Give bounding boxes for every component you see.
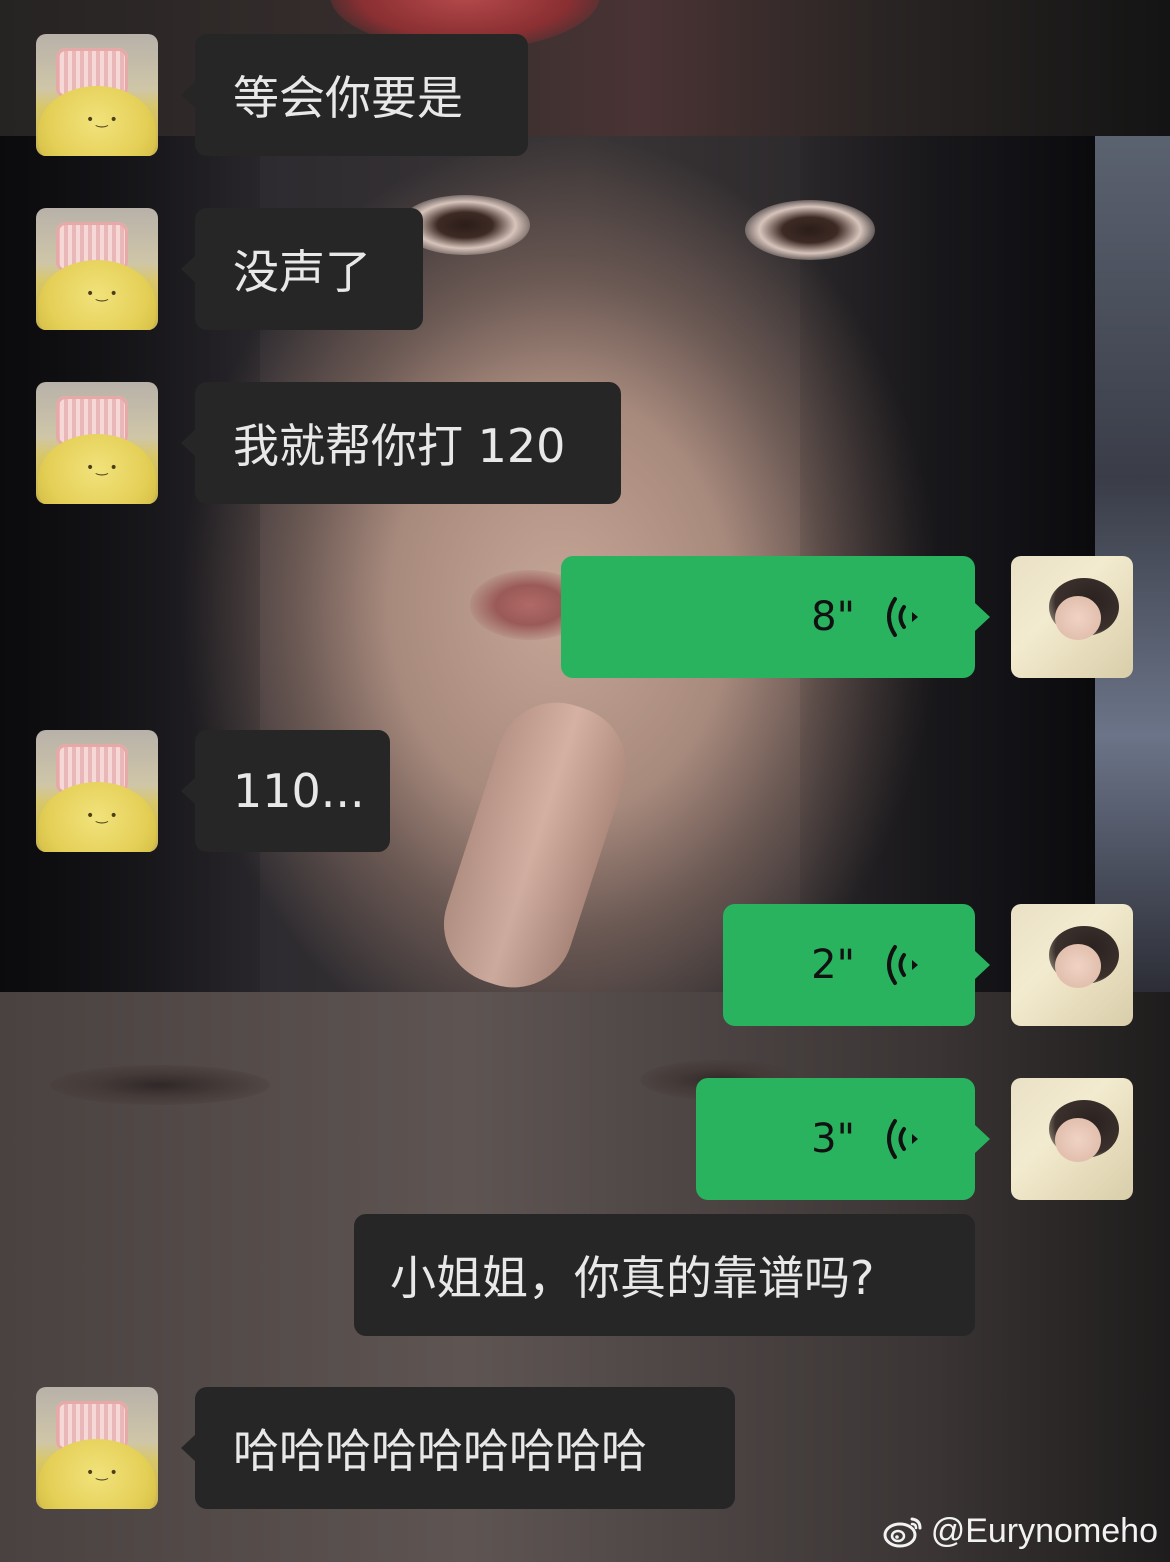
message-bubble-incoming[interactable]: 我就帮你打 120 [181, 382, 621, 504]
voice-wave-icon [887, 945, 918, 985]
my-avatar[interactable] [1011, 1078, 1133, 1200]
message-bubble-incoming[interactable]: 哈哈哈哈哈哈哈哈哈 [181, 1387, 735, 1509]
voice-message-bubble[interactable]: 8" [561, 556, 990, 678]
watermark-text: @Eurynomeho [930, 1511, 1158, 1550]
message-bubble-incoming[interactable]: 没声了 [181, 208, 423, 330]
message-text: 没声了 [233, 245, 371, 299]
message-bubble-caption[interactable]: 小姐姐，你真的靠谱吗? [354, 1214, 975, 1336]
avatar-face [1055, 944, 1101, 988]
watermark: @Eurynomeho [883, 1508, 1158, 1554]
voice-wave-icon [887, 597, 918, 637]
avatar-face: •‿• [86, 460, 120, 476]
message-bubble-incoming[interactable]: 110... [181, 730, 390, 852]
message-bubble-incoming[interactable]: 等会你要是 [181, 34, 528, 156]
avatar-face: •‿• [86, 112, 120, 128]
message-text: 我就帮你打 120 [233, 419, 566, 473]
contact-avatar[interactable]: •‿• [36, 208, 158, 330]
message-text: 等会你要是 [233, 71, 463, 125]
contact-avatar[interactable]: •‿• [36, 730, 158, 852]
weibo-icon [883, 1517, 922, 1548]
avatar-face: •‿• [86, 286, 120, 302]
message-text: 哈哈哈哈哈哈哈哈哈 [233, 1424, 647, 1478]
voice-duration: 3" [811, 1116, 855, 1162]
voice-wave-icon [887, 1119, 918, 1159]
background-photo-top [0, 0, 1170, 136]
avatar-face: •‿• [86, 808, 120, 824]
avatar-face: •‿• [86, 1465, 120, 1481]
voice-message-bubble[interactable]: 3" [696, 1078, 990, 1200]
message-text: 小姐姐，你真的靠谱吗? [390, 1251, 875, 1305]
voice-message-bubble[interactable]: 2" [723, 904, 990, 1026]
my-avatar[interactable] [1011, 556, 1133, 678]
background-eye-closed [50, 1065, 270, 1105]
background-eye-right [745, 200, 875, 260]
my-avatar[interactable] [1011, 904, 1133, 1026]
contact-avatar[interactable]: •‿• [36, 382, 158, 504]
avatar-face [1055, 596, 1101, 640]
voice-duration: 8" [811, 594, 855, 640]
contact-avatar[interactable]: •‿• [36, 34, 158, 156]
avatar-face [1055, 1118, 1101, 1162]
voice-duration: 2" [811, 942, 855, 988]
message-text: 110... [233, 764, 365, 818]
contact-avatar[interactable]: •‿• [36, 1387, 158, 1509]
